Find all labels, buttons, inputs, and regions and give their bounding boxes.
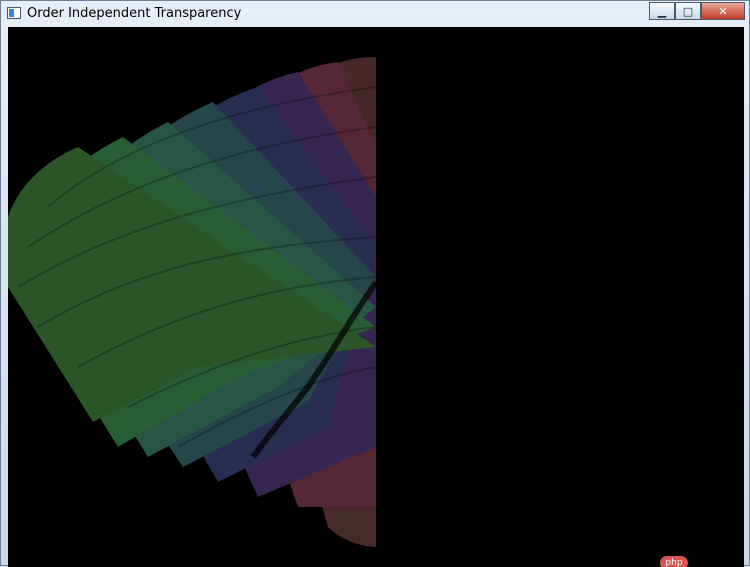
render-right-black [376, 27, 744, 567]
oit-render [8, 27, 744, 567]
minimize-button[interactable]: ▁ [649, 2, 675, 20]
close-icon: ✕ [718, 4, 728, 18]
app-window: Order Independent Transparency ▁ □ ✕ php [0, 0, 750, 567]
app-icon [7, 7, 21, 19]
php-watermark: php [660, 556, 688, 567]
title-bar[interactable]: Order Independent Transparency ▁ □ ✕ [1, 1, 749, 27]
close-button[interactable]: ✕ [701, 2, 745, 20]
render-viewport[interactable]: php [8, 27, 744, 567]
minimize-icon: ▁ [657, 4, 667, 18]
maximize-button[interactable]: □ [675, 2, 701, 20]
maximize-icon: □ [682, 4, 694, 18]
window-title: Order Independent Transparency [27, 6, 242, 21]
window-controls: ▁ □ ✕ [649, 2, 745, 20]
